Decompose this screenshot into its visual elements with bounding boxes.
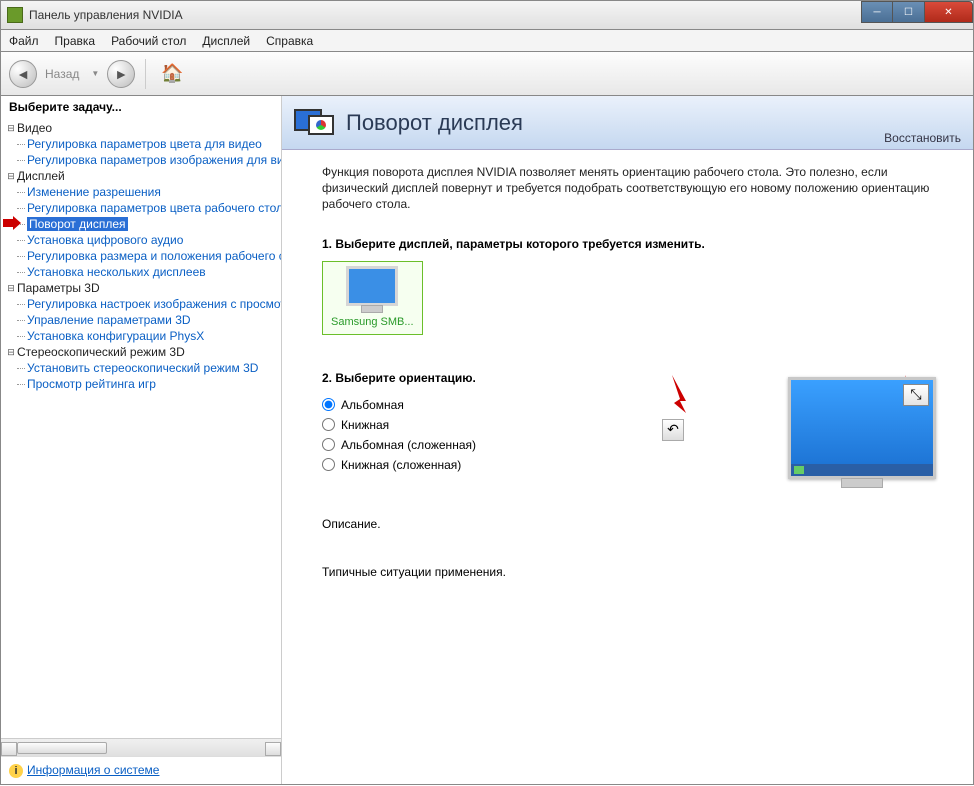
menu-display[interactable]: Дисплей [202, 34, 250, 48]
sidebar: Выберите задачу... ⊟Видео Регулировка па… [1, 96, 282, 784]
restore-link[interactable]: Восстановить [884, 131, 961, 145]
tree-leaf[interactable]: Изменение разрешения [5, 184, 281, 200]
title-bar: Панель управления NVIDIA ─ ☐ ✕ [0, 0, 974, 30]
nvidia-icon [7, 7, 23, 23]
radio-input[interactable] [322, 458, 335, 471]
tree-group-3d[interactable]: ⊟Параметры 3D [5, 280, 281, 296]
monitor-icon [346, 266, 398, 306]
menu-bar: Файл Правка Рабочий стол Дисплей Справка [0, 30, 974, 52]
menu-edit[interactable]: Правка [55, 34, 96, 48]
rotate-ccw-button[interactable]: ↶ [662, 419, 684, 441]
orientation-preview: ⤡ [742, 377, 974, 479]
radio-input[interactable] [322, 438, 335, 451]
close-button[interactable]: ✕ [925, 1, 973, 23]
tree-leaf[interactable]: Регулировка параметров изображения для в… [5, 152, 281, 168]
annotation-arrow-icon [666, 373, 692, 413]
tree-leaf-selected[interactable]: Поворот дисплея [5, 216, 281, 232]
intro-text: Функция поворота дисплея NVIDIA позволяе… [322, 164, 953, 213]
tree-group-display[interactable]: ⊟Дисплей [5, 168, 281, 184]
horizontal-scrollbar[interactable] [1, 738, 281, 756]
tree-leaf[interactable]: Установка цифрового аудио [5, 232, 281, 248]
pointer-arrow-icon [3, 216, 21, 230]
display-name: Samsung SMB... [331, 316, 414, 328]
typical-use-label: Типичные ситуации применения. [322, 565, 953, 579]
tree-leaf[interactable]: Установка конфигурации PhysX [5, 328, 281, 344]
tree-leaf[interactable]: Регулировка параметров цвета для видео [5, 136, 281, 152]
tree-leaf[interactable]: Регулировка настроек изображения с просм… [5, 296, 281, 312]
forward-button[interactable]: ► [107, 60, 135, 88]
menu-file[interactable]: Файл [9, 34, 39, 48]
tree-group-video[interactable]: ⊟Видео [5, 120, 281, 136]
tree-leaf[interactable]: Регулировка размера и положения рабочего… [5, 248, 281, 264]
scrollbar-thumb[interactable] [17, 742, 107, 754]
content-pane: Поворот дисплея Восстановить Функция пов… [282, 96, 973, 784]
expander-icon[interactable]: ⊟ [5, 283, 17, 294]
tree-leaf[interactable]: Управление параметрами 3D [5, 312, 281, 328]
info-icon: i [9, 764, 23, 778]
menu-help[interactable]: Справка [266, 34, 313, 48]
back-label: Назад [45, 67, 79, 81]
page-header: Поворот дисплея Восстановить [282, 96, 973, 150]
toolbar-separator [145, 59, 146, 89]
toolbar: ◄ Назад ▼ ► 🏠 [0, 52, 974, 96]
expander-icon[interactable]: ⊟ [5, 347, 17, 358]
task-tree: ⊟Видео Регулировка параметров цвета для … [1, 118, 281, 738]
maximize-button[interactable]: ☐ [893, 1, 925, 23]
expander-icon[interactable]: ⊟ [5, 171, 17, 182]
window-title: Панель управления NVIDIA [29, 8, 183, 22]
page-title: Поворот дисплея [346, 110, 523, 136]
preview-rotate-icon: ⤡ [903, 384, 929, 406]
expander-icon[interactable]: ⊟ [5, 123, 17, 134]
display-item[interactable]: Samsung SMB... [322, 261, 423, 335]
task-label: Выберите задачу... [1, 96, 281, 118]
tree-group-stereo[interactable]: ⊟Стереоскопический режим 3D [5, 344, 281, 360]
preview-monitor-icon: ⤡ [788, 377, 936, 479]
tree-leaf[interactable]: Установка нескольких дисплеев [5, 264, 281, 280]
menu-desktop[interactable]: Рабочий стол [111, 34, 186, 48]
tree-leaf[interactable]: Регулировка параметров цвета рабочего ст… [5, 200, 281, 216]
system-info-link[interactable]: iИнформация о системе [1, 756, 281, 784]
minimize-button[interactable]: ─ [861, 1, 893, 23]
description-label: Описание. [322, 517, 953, 531]
step1-title: 1. Выберите дисплей, параметры которого … [322, 237, 953, 251]
radio-input[interactable] [322, 398, 335, 411]
rotate-display-icon [294, 105, 336, 141]
tree-leaf[interactable]: Установить стереоскопический режим 3D [5, 360, 281, 376]
back-dropdown-icon[interactable]: ▼ [91, 69, 99, 78]
tree-leaf[interactable]: Просмотр рейтинга игр [5, 376, 281, 392]
back-button[interactable]: ◄ [9, 60, 37, 88]
home-button[interactable]: 🏠 [156, 60, 188, 88]
radio-input[interactable] [322, 418, 335, 431]
